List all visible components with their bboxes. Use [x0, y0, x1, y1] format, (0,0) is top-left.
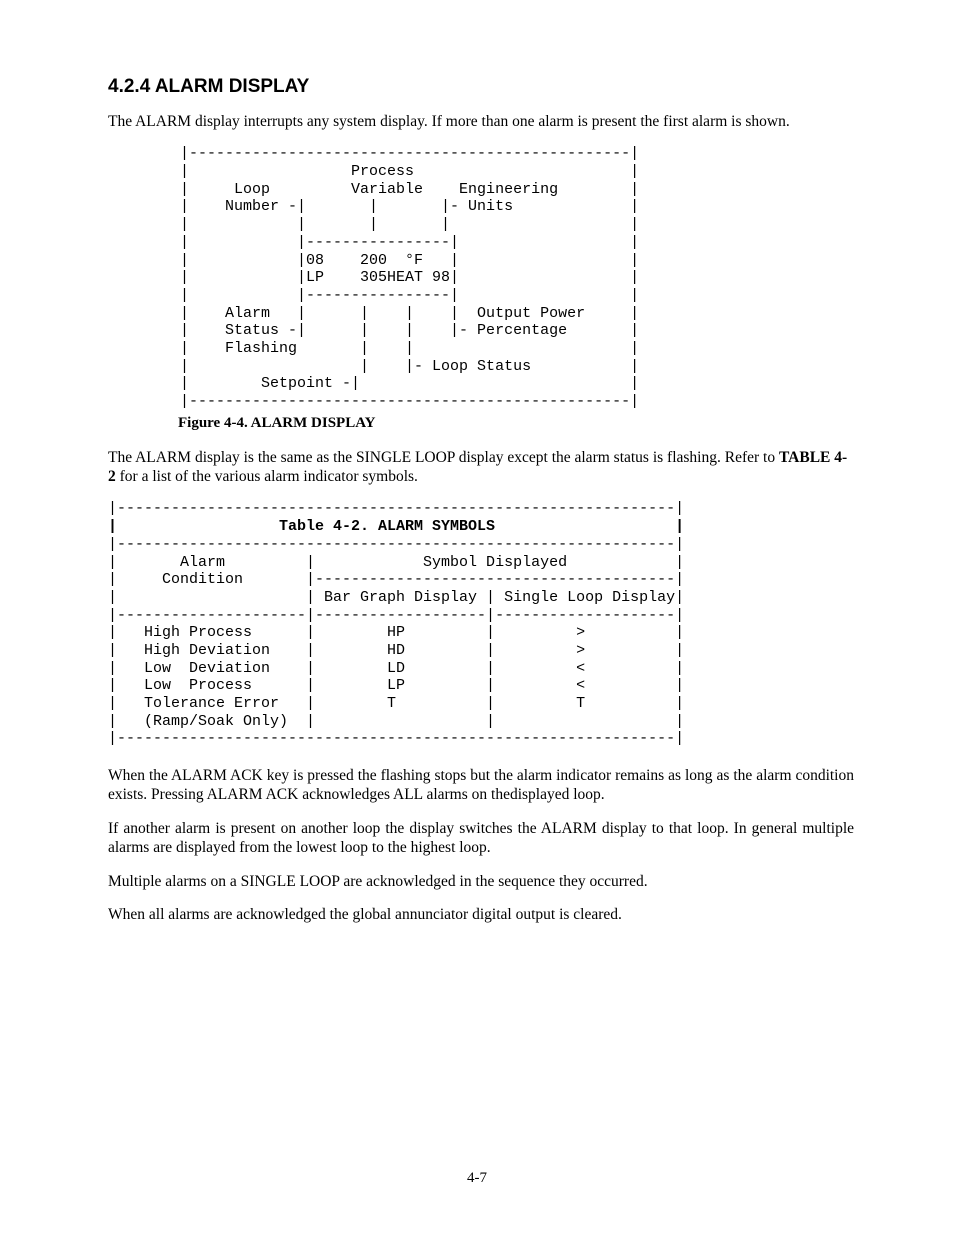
paragraph-2: The ALARM display is the same as the SIN… — [108, 448, 854, 487]
table-alarm-symbols: |---------------------------------------… — [108, 500, 854, 748]
section-heading: 4.2.4 ALARM DISPLAY — [108, 76, 854, 98]
paragraph-4: If another alarm is present on another l… — [108, 819, 854, 858]
page: 4.2.4 ALARM DISPLAY The ALARM display in… — [0, 0, 954, 1235]
paragraph-6: When all alarms are acknowledged the glo… — [108, 905, 854, 924]
intro-paragraph: The ALARM display interrupts any system … — [108, 112, 854, 131]
figure-caption: Figure 4-4. ALARM DISPLAY — [178, 415, 854, 432]
figure-alarm-display: |---------------------------------------… — [108, 145, 854, 410]
paragraph-5: Multiple alarms on a SINGLE LOOP are ack… — [108, 872, 854, 891]
paragraph-3: When the ALARM ACK key is pressed the fl… — [108, 766, 854, 805]
page-number: 4-7 — [0, 1170, 954, 1187]
